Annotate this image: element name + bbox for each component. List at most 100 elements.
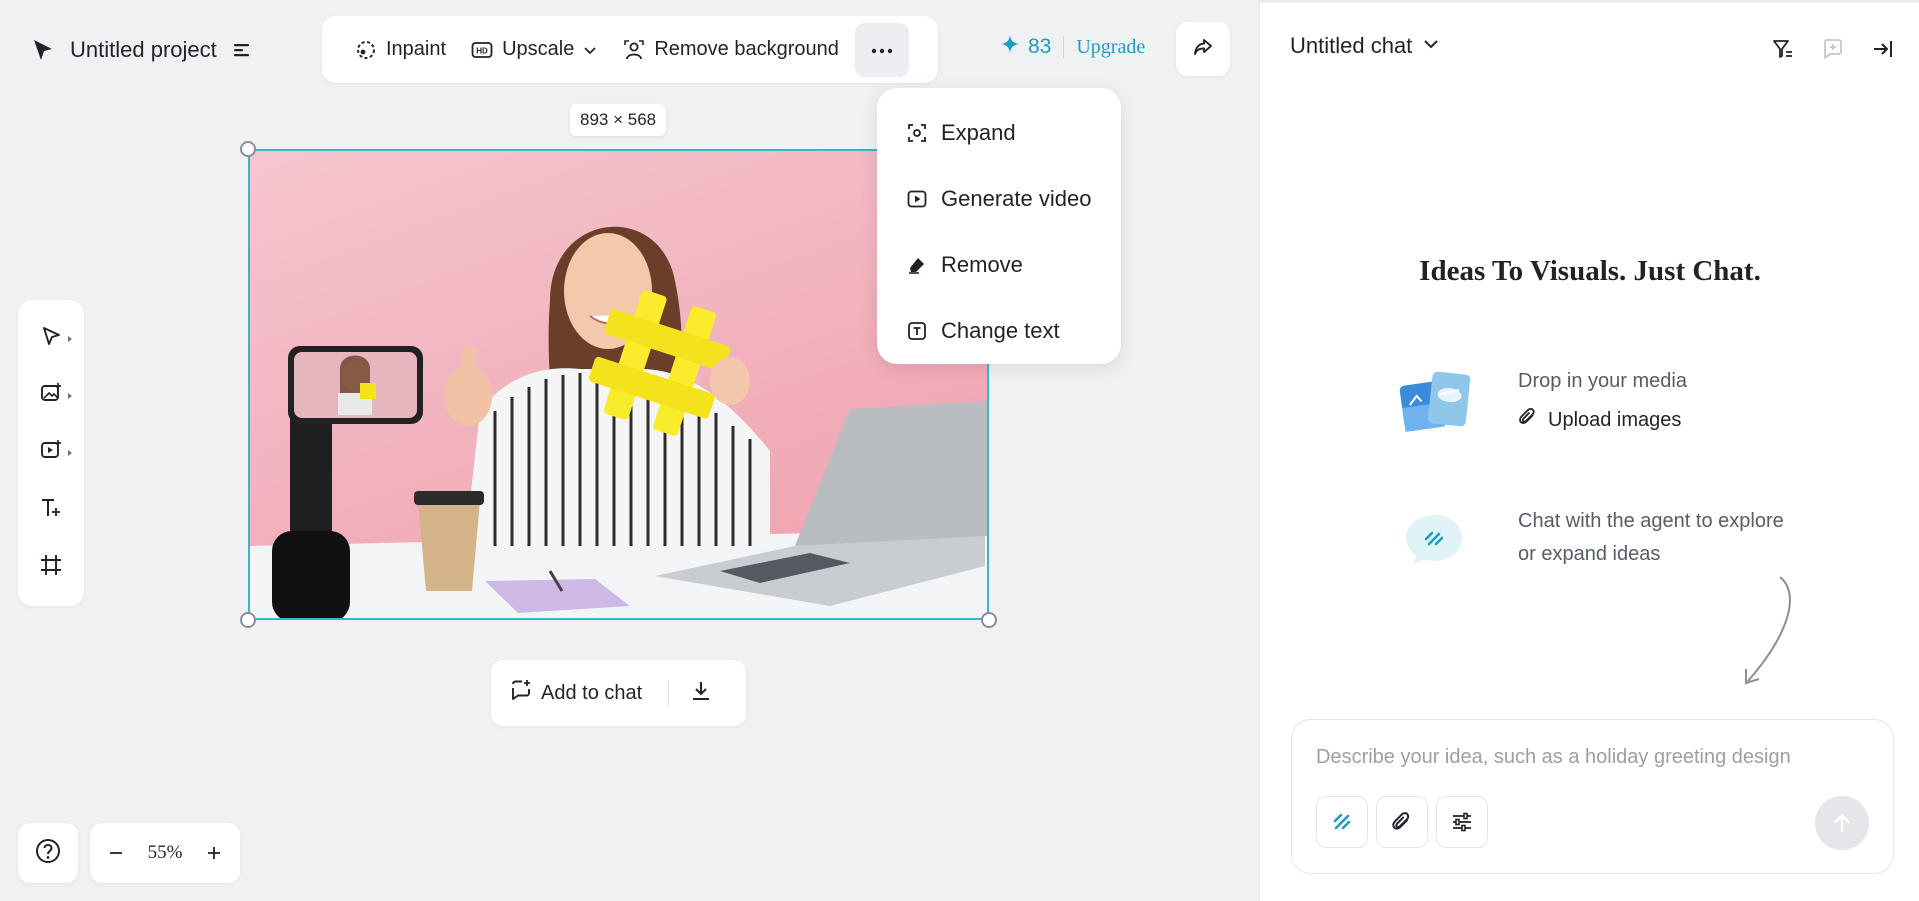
chevron-down-icon <box>582 42 598 58</box>
upscale-button[interactable]: HD Upscale <box>458 24 610 76</box>
chat-composer <box>1291 719 1894 874</box>
sliders-icon <box>1453 812 1471 832</box>
upload-images-label: Upload images <box>1548 408 1682 431</box>
chat-plus-icon <box>1824 39 1842 59</box>
zoom-out-button[interactable] <box>102 839 130 867</box>
zoom-in-button[interactable] <box>200 839 228 867</box>
send-button[interactable] <box>1815 796 1869 850</box>
media-feature-text: Drop in your media <box>1518 370 1687 392</box>
person-cutout-icon <box>622 38 646 62</box>
expand-icon <box>907 123 927 143</box>
chat-input[interactable] <box>1316 746 1866 769</box>
submenu-caret-icon <box>68 449 72 456</box>
remove-background-button[interactable]: Remove background <box>610 24 851 76</box>
curved-arrow-icon <box>1730 573 1800 693</box>
resize-handle-bottom-left[interactable] <box>240 612 256 628</box>
settings-button[interactable] <box>1436 796 1488 848</box>
share-button[interactable] <box>1176 22 1230 76</box>
chat-title-dropdown[interactable]: Untitled chat <box>1290 33 1440 59</box>
question-icon <box>34 837 62 870</box>
chat-panel: Untitled chat Ideas To Visuals. Just Cha… <box>1259 0 1919 901</box>
hd-icon: HD <box>470 38 494 62</box>
app-logo-icon[interactable] <box>30 37 56 63</box>
menu-item-label: Expand <box>941 120 1016 145</box>
help-button[interactable] <box>18 823 78 883</box>
image-actions-bar: Add to chat <box>491 660 746 726</box>
media-thumbnails-icon <box>1394 365 1474 435</box>
svg-text:HD: HD <box>476 46 488 55</box>
menu-item-label: Change text <box>941 318 1060 343</box>
chat-title: Untitled chat <box>1290 33 1413 58</box>
select-tool[interactable] <box>26 314 76 364</box>
add-to-chat-button[interactable]: Add to chat <box>509 678 642 708</box>
add-to-chat-label: Add to chat <box>541 681 643 704</box>
inpaint-label: Inpaint <box>386 38 447 60</box>
download-button[interactable] <box>689 679 713 708</box>
upscale-label: Upscale <box>502 38 575 60</box>
attach-button[interactable] <box>1376 796 1428 848</box>
credits-count: 83 <box>1028 35 1052 58</box>
cursor-arrow-icon <box>39 324 63 353</box>
agent-mode-button[interactable] <box>1316 796 1368 848</box>
image-generate-tool[interactable] <box>26 371 76 421</box>
submenu-caret-icon <box>68 392 72 399</box>
text-add-icon <box>39 496 63 525</box>
video-generate-tool[interactable] <box>26 428 76 478</box>
left-toolbar <box>18 300 84 606</box>
more-dots-icon <box>871 41 893 59</box>
chevron-down-icon <box>1422 33 1440 59</box>
menu-item-remove[interactable]: Remove <box>877 232 1121 298</box>
paperclip-icon <box>1518 406 1538 434</box>
image-plus-icon <box>39 381 63 410</box>
paperclip-icon <box>1392 812 1410 830</box>
text-tool[interactable] <box>26 485 76 535</box>
composer-tools <box>1316 796 1488 848</box>
minus-icon <box>110 852 122 854</box>
plus-icon <box>207 847 220 859</box>
resize-handle-top-left[interactable] <box>240 141 256 157</box>
chat-add-icon <box>509 678 533 708</box>
remove-background-label: Remove background <box>654 38 839 60</box>
canvas-area[interactable]: Untitled project Inpaint HD Upscale Remo… <box>0 0 1259 901</box>
menu-item-expand[interactable]: Expand <box>877 100 1121 166</box>
upload-images-button[interactable]: Upload images <box>1518 406 1687 434</box>
chat-header-actions <box>1771 37 1895 61</box>
chat-headline: Ideas To Visuals. Just Chat. <box>1419 255 1761 287</box>
upgrade-link[interactable]: Upgrade <box>1076 36 1145 59</box>
media-feature: Drop in your media Upload images <box>1394 365 1687 435</box>
collapse-panel-button[interactable] <box>1871 37 1895 61</box>
project-bar: Untitled project <box>30 30 253 70</box>
agent-logo-icon <box>1333 813 1351 830</box>
menu-item-generate-video[interactable]: Generate video <box>877 166 1121 232</box>
frame-tool[interactable] <box>26 542 76 592</box>
more-button[interactable] <box>854 22 909 77</box>
resize-handle-bottom-right[interactable] <box>981 612 997 628</box>
agent-chat-bubble-icon <box>1394 505 1474 575</box>
agent-feature-line-1: Chat with the agent to explore <box>1518 510 1784 532</box>
frame-icon <box>39 553 63 582</box>
eraser-icon <box>907 255 927 275</box>
share-arrow-icon <box>1191 35 1215 64</box>
download-icon <box>689 679 713 708</box>
credits-divider <box>1063 36 1065 58</box>
play-icon <box>907 189 927 209</box>
menu-item-label: Remove <box>941 252 1023 277</box>
video-plus-icon <box>39 438 63 467</box>
menu-item-change-text[interactable]: Change text <box>877 298 1121 364</box>
more-menu: Expand Generate video Remove Change text <box>877 88 1121 364</box>
credits-area: 83 Upgrade <box>1000 34 1145 60</box>
arrow-up-icon <box>1834 814 1850 833</box>
project-title[interactable]: Untitled project <box>70 37 217 63</box>
agent-feature-line-2: or expand ideas <box>1518 543 1661 565</box>
text-box-icon <box>907 321 927 341</box>
inpaint-button[interactable]: Inpaint <box>342 24 458 76</box>
agent-feature: Chat with the agent to explore or expand… <box>1394 505 1784 575</box>
zoom-level: 55% <box>147 842 183 863</box>
actions-divider <box>668 680 670 706</box>
chat-history-button[interactable] <box>1771 37 1795 61</box>
zoom-control: 55% <box>90 823 240 883</box>
submenu-caret-icon <box>68 335 72 342</box>
image-toolbar: Inpaint HD Upscale Remove background <box>322 16 938 83</box>
new-chat-button[interactable] <box>1821 37 1845 61</box>
project-menu-icon[interactable] <box>231 39 253 61</box>
